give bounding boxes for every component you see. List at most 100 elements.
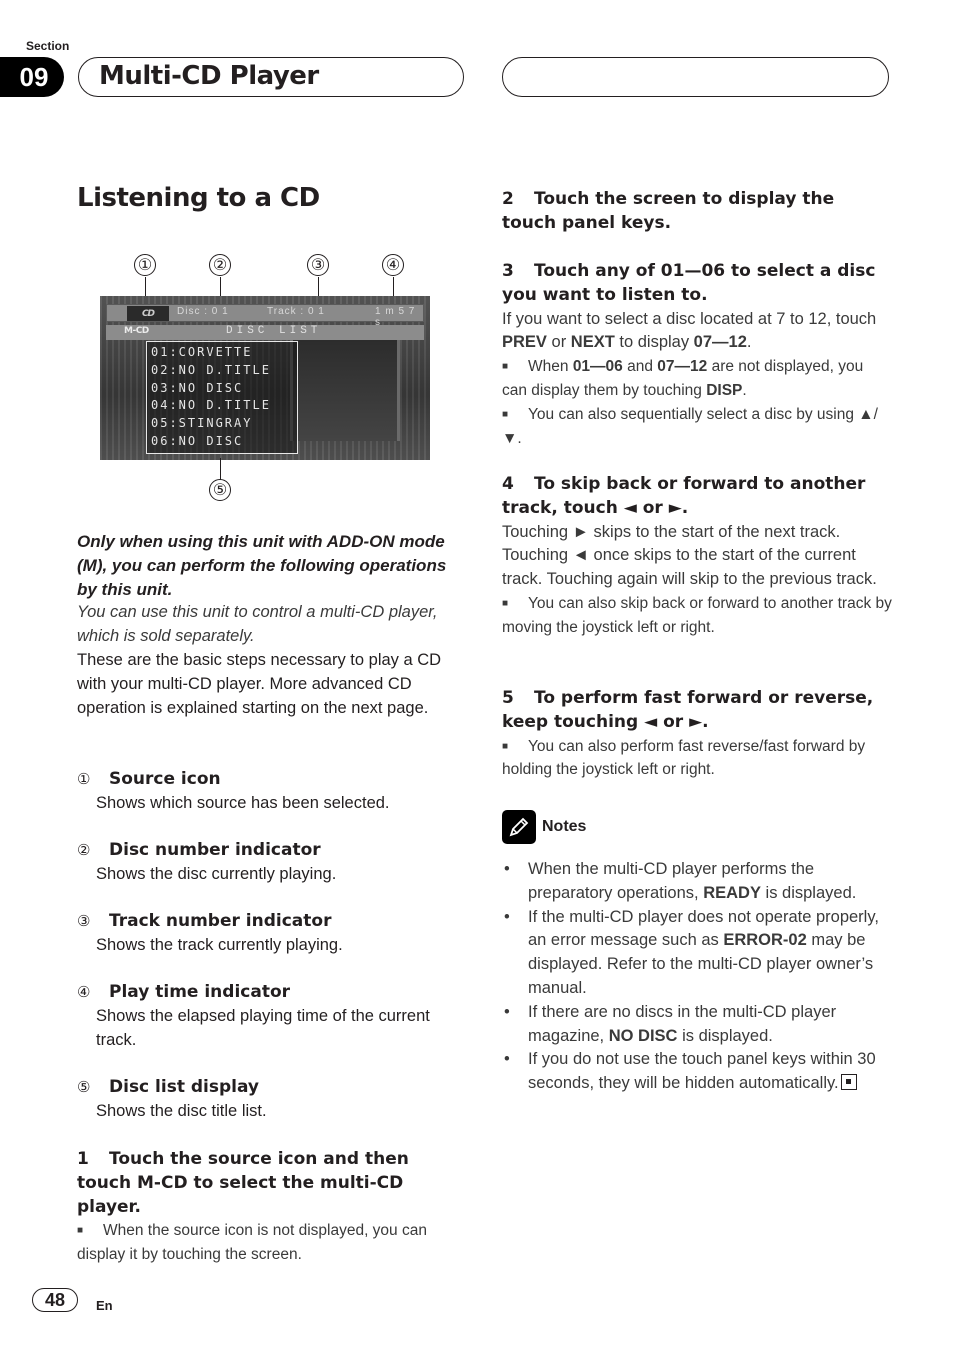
bullet-dot-icon: • — [504, 907, 510, 926]
bullet-dot-icon: • — [504, 1002, 510, 1021]
legend-item-2: ② Disc number indicator Shows the disc cu… — [77, 839, 462, 887]
status-bar: CD Disc : 0 1 Track : 0 1 1 m 5 7 s — [106, 304, 424, 328]
legend-title: Play time indicator — [109, 982, 291, 1002]
step-4: 4 To skip back or forward to another trac… — [502, 473, 892, 640]
note-item: • If there are no discs in the multi-CD p… — [502, 1001, 892, 1049]
mcd-source-label: M-CD — [124, 326, 149, 336]
intro-body-text: These are the basic steps necessary to p… — [77, 650, 442, 717]
title-bar: M-CD DISC LIST — [106, 325, 424, 340]
text: . — [742, 381, 747, 399]
prev-key-label: PREV — [502, 333, 547, 352]
step-number: 1 — [77, 1149, 89, 1169]
notes-title: Notes — [542, 818, 587, 835]
text: . — [746, 333, 752, 352]
language-label: En — [96, 1298, 113, 1313]
disc-list-item: 02:NO D.TITLE — [151, 362, 271, 377]
notes-heading: Notes — [502, 810, 892, 844]
text: is displayed. — [677, 1026, 773, 1045]
step-title: Touch any of 01—06 to select a disc you … — [502, 261, 876, 305]
step-3: 3 Touch any of 01—06 to select a disc you… — [502, 260, 892, 450]
bullet-dot-icon: • — [504, 1050, 510, 1069]
step-number: 5 — [502, 688, 514, 708]
disc-list-title: DISC LIST — [226, 325, 322, 337]
note-item: • If the multi-CD player does not operate… — [502, 906, 892, 1001]
text: and — [622, 358, 658, 376]
callout-2: ② — [209, 254, 231, 276]
legend-item-3: ③ Track number indicator Shows the track … — [77, 910, 462, 958]
legend-item-1: ① Source icon Shows which source has been… — [77, 768, 462, 816]
display-figure: ① ② ③ ④ CD Disc : 0 1 Track : 0 1 1 m 5 … — [100, 250, 430, 505]
step-note: You can also perform fast reverse/fast f… — [502, 737, 866, 779]
ready-label: READY — [703, 883, 761, 902]
step-5: 5 To perform fast forward or reverse, kee… — [502, 687, 892, 782]
step-number: 3 — [502, 261, 514, 281]
disc-number-indicator: Disc : 0 1 — [177, 306, 229, 317]
legend-number: ② — [77, 842, 91, 859]
header-empty-box — [502, 57, 889, 97]
legend-number: ⑤ — [77, 1079, 91, 1096]
step-note: When the source icon is not displayed, y… — [77, 1222, 427, 1264]
disc-list-item: 01:CORVETTE — [151, 345, 253, 359]
section-title-box: Multi-CD Player — [78, 57, 464, 97]
legend-item-4: ④ Play time indicator Shows the elapsed p… — [77, 981, 462, 1052]
next-key-label: NEXT — [570, 333, 615, 352]
step-body: Touching ► skips to the start of the nex… — [502, 522, 877, 589]
disp-key-label: DISP — [706, 381, 743, 399]
range-label: 07—12 — [693, 333, 747, 352]
disc-list-item: 03:NO DISC — [151, 380, 244, 395]
square-bullet-icon: ■ — [502, 408, 509, 420]
intro-bold-text: Only when using this unit with ADD-ON mo… — [77, 532, 447, 599]
step-body: If you want to select a disc located at … — [502, 308, 892, 356]
text: When — [528, 358, 573, 376]
page-number: 48 — [32, 1288, 78, 1312]
no-disc-label: NO DISC — [608, 1026, 678, 1045]
text: to display — [614, 333, 694, 352]
step-note: ■ When 01—06 and 07—12 are not displayed,… — [502, 355, 892, 403]
step-number: 2 — [502, 189, 514, 209]
note-item: • If you do not use the touch panel keys … — [502, 1048, 892, 1096]
legend-number: ④ — [77, 984, 91, 1001]
intro-block: Only when using this unit with ADD-ON mo… — [77, 530, 462, 720]
text: If you do not use the touch panel keys w… — [528, 1050, 876, 1093]
legend-number: ③ — [77, 913, 91, 930]
pencil-icon — [502, 810, 536, 844]
step-note: You can also sequentially select a disc … — [502, 405, 878, 447]
disc-list-display: 01:CORVETTE 02:NO D.TITLE 03:NO DISC 04:… — [146, 341, 298, 454]
legend-description: Shows the track currently playing. — [96, 935, 343, 954]
step-title: Touch the screen to display the touch pa… — [502, 189, 835, 233]
cd-display-screen: CD Disc : 0 1 Track : 0 1 1 m 5 7 s M-CD… — [100, 296, 430, 460]
legend-title: Disc list display — [109, 1077, 260, 1097]
disc-list-item: 04:NO D.TITLE — [151, 398, 271, 413]
square-bullet-icon: ■ — [502, 740, 509, 752]
text: is displayed. — [760, 883, 857, 902]
legend-number: ① — [77, 771, 91, 788]
page-title: Listening to a CD — [77, 183, 320, 213]
screen-tunnel-graphic — [290, 331, 400, 441]
square-bullet-icon: ■ — [77, 1225, 84, 1237]
legend-description: Shows the disc currently playing. — [96, 864, 337, 883]
legend-title: Source icon — [109, 769, 221, 789]
callout-4: ④ — [382, 254, 404, 276]
square-bullet-icon: ■ — [502, 361, 509, 373]
legend-description: Shows the disc title list. — [96, 1101, 267, 1120]
legend-description: Shows the elapsed playing time of the cu… — [96, 1006, 430, 1049]
legend-title: Disc number indicator — [109, 840, 321, 860]
error-label: ERROR-02 — [723, 931, 807, 950]
section-title: Multi-CD Player — [99, 61, 319, 91]
step-1: 1 Touch the source icon and then touch M-… — [77, 1148, 462, 1267]
legend-title: Track number indicator — [109, 911, 332, 931]
end-of-section-icon — [840, 1074, 857, 1091]
track-number-indicator: Track : 0 1 — [267, 306, 325, 317]
text: or — [546, 333, 571, 352]
callout-5-leader — [220, 458, 221, 480]
legend-description: Shows which source has been selected. — [96, 793, 390, 812]
text: If you want to select a disc located at … — [502, 309, 877, 328]
notes-section: Notes • When the multi-CD player performs… — [502, 810, 892, 1096]
section-label: Section — [26, 39, 70, 53]
range-label: 07—12 — [657, 358, 708, 376]
note-item: • When the multi-CD player performs the p… — [502, 858, 892, 906]
step-title: To skip back or forward to another track… — [502, 474, 866, 518]
intro-italic-text: You can use this unit to control a multi… — [77, 603, 438, 646]
legend-item-5: ⑤ Disc list display Shows the disc title … — [77, 1076, 462, 1124]
step-title: To perform fast forward or reverse, keep… — [502, 688, 874, 732]
